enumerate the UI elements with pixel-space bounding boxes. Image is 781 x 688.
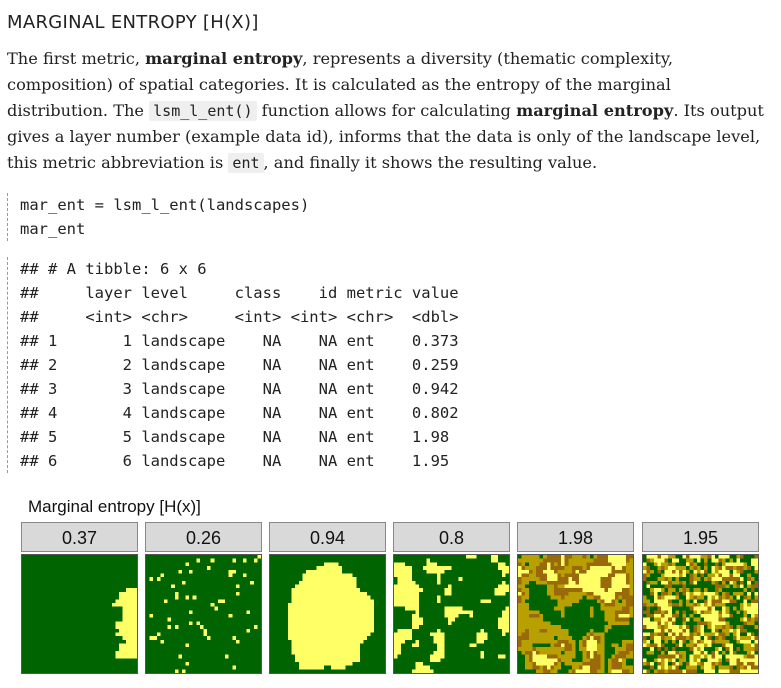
landscape-map — [21, 554, 138, 674]
inline-code: ent — [228, 153, 264, 173]
landscape-map — [145, 554, 262, 674]
landscape-map — [642, 554, 759, 674]
paragraph-text: , and finally it shows the resulting val… — [263, 153, 598, 172]
bold-term: marginal entropy — [516, 101, 674, 120]
code-output-block: ## # A tibble: 6 x 6 ## layer level clas… — [7, 257, 459, 473]
panel-strip-label: 1.98 — [517, 522, 634, 552]
description-paragraph: The first metric, marginal entropy, repr… — [7, 46, 777, 176]
landscape-map — [517, 554, 634, 674]
entropy-figure: Marginal entropy [H(x)] 0.37 0.26 0.94 0… — [21, 492, 761, 676]
bold-term: marginal entropy — [145, 49, 303, 68]
panel-strip-label: 0.26 — [145, 522, 262, 552]
code-source-block: mar_ent = lsm_l_ent(landscapes) mar_ent — [7, 193, 309, 241]
panel-1: 0.37 — [21, 522, 138, 674]
panel-5: 1.98 — [517, 522, 634, 674]
figure-title: Marginal entropy [H(x)] — [28, 497, 201, 516]
landscape-map — [393, 554, 510, 674]
panel-2: 0.26 — [145, 522, 262, 674]
panel-3: 0.94 — [269, 522, 386, 674]
inline-code: lsm_l_ent() — [149, 101, 257, 121]
paragraph-text: The first metric, — [7, 49, 146, 68]
panel-strip-label: 0.8 — [393, 522, 510, 552]
panel-strip-label: 0.37 — [21, 522, 138, 552]
panel-strip-label: 0.94 — [269, 522, 386, 552]
paragraph-text: function allows for calculating — [256, 101, 517, 120]
panel-4: 0.8 — [393, 522, 510, 674]
section-heading: MARGINAL ENTROPY [H(X)] — [7, 12, 259, 33]
panel-6: 1.95 — [642, 522, 759, 674]
panel-strip-label: 1.95 — [642, 522, 759, 552]
landscape-map — [269, 554, 386, 674]
